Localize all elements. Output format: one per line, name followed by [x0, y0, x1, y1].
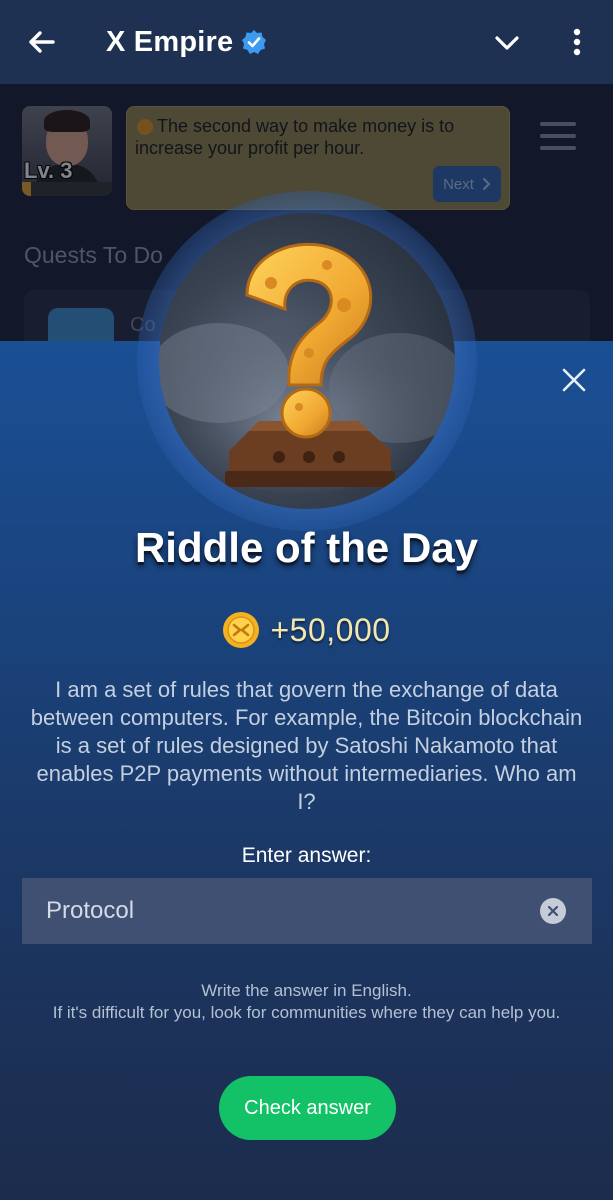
- avatar[interactable]: Lv. 3: [22, 106, 112, 196]
- chevron-right-icon: [482, 178, 491, 190]
- collapse-button[interactable]: [488, 26, 526, 60]
- coin-icon: [222, 611, 260, 649]
- hint-text: Write the answer in English. If it's dif…: [30, 980, 583, 1024]
- verified-badge-icon: [241, 29, 267, 55]
- question-mark-image: [159, 213, 455, 509]
- quest-icon: [48, 308, 114, 344]
- arrow-left-icon: [29, 31, 55, 53]
- chevron-down-icon: [495, 36, 519, 50]
- level-progress-fill: [22, 182, 31, 196]
- clear-icon: [547, 905, 559, 917]
- answer-field[interactable]: [22, 878, 592, 944]
- level-label: Lv. 3: [24, 158, 73, 183]
- reward-amount: +50,000: [270, 611, 391, 648]
- close-icon: [562, 368, 586, 392]
- tip-next-button[interactable]: Next: [433, 166, 501, 202]
- check-answer-button[interactable]: Check answer: [219, 1076, 396, 1140]
- tip-next-label: Next: [443, 175, 474, 193]
- riddle-text: I am a set of rules that govern the exch…: [30, 677, 583, 814]
- quests-heading: Quests To Do: [24, 242, 163, 268]
- app-title-text: X Empire: [106, 25, 234, 58]
- riddle-title: Riddle of the Day: [134, 524, 479, 571]
- hint-line-1: Write the answer in English.: [201, 981, 412, 1000]
- answer-input[interactable]: [22, 878, 540, 944]
- riddle-illustration: [137, 191, 477, 531]
- question-mark-icon: [159, 242, 455, 493]
- avatar-hair: [44, 110, 90, 132]
- clear-input-button[interactable]: [540, 898, 566, 924]
- more-options-button[interactable]: [560, 22, 594, 62]
- more-vertical-icon: [573, 28, 581, 56]
- top-bar: X Empire: [0, 0, 613, 84]
- back-button[interactable]: [22, 24, 60, 60]
- tip-text: The second way to make money is to incre…: [135, 116, 455, 158]
- app-title: X Empire: [106, 24, 267, 60]
- hamburger-menu-icon[interactable]: [540, 122, 576, 150]
- reward: +50,000: [0, 610, 613, 650]
- close-modal-button[interactable]: [556, 362, 592, 398]
- level-progress-bar: [22, 182, 112, 196]
- answer-label: Enter answer:: [241, 844, 372, 867]
- hint-line-2: If it's difficult for you, look for comm…: [52, 1003, 561, 1022]
